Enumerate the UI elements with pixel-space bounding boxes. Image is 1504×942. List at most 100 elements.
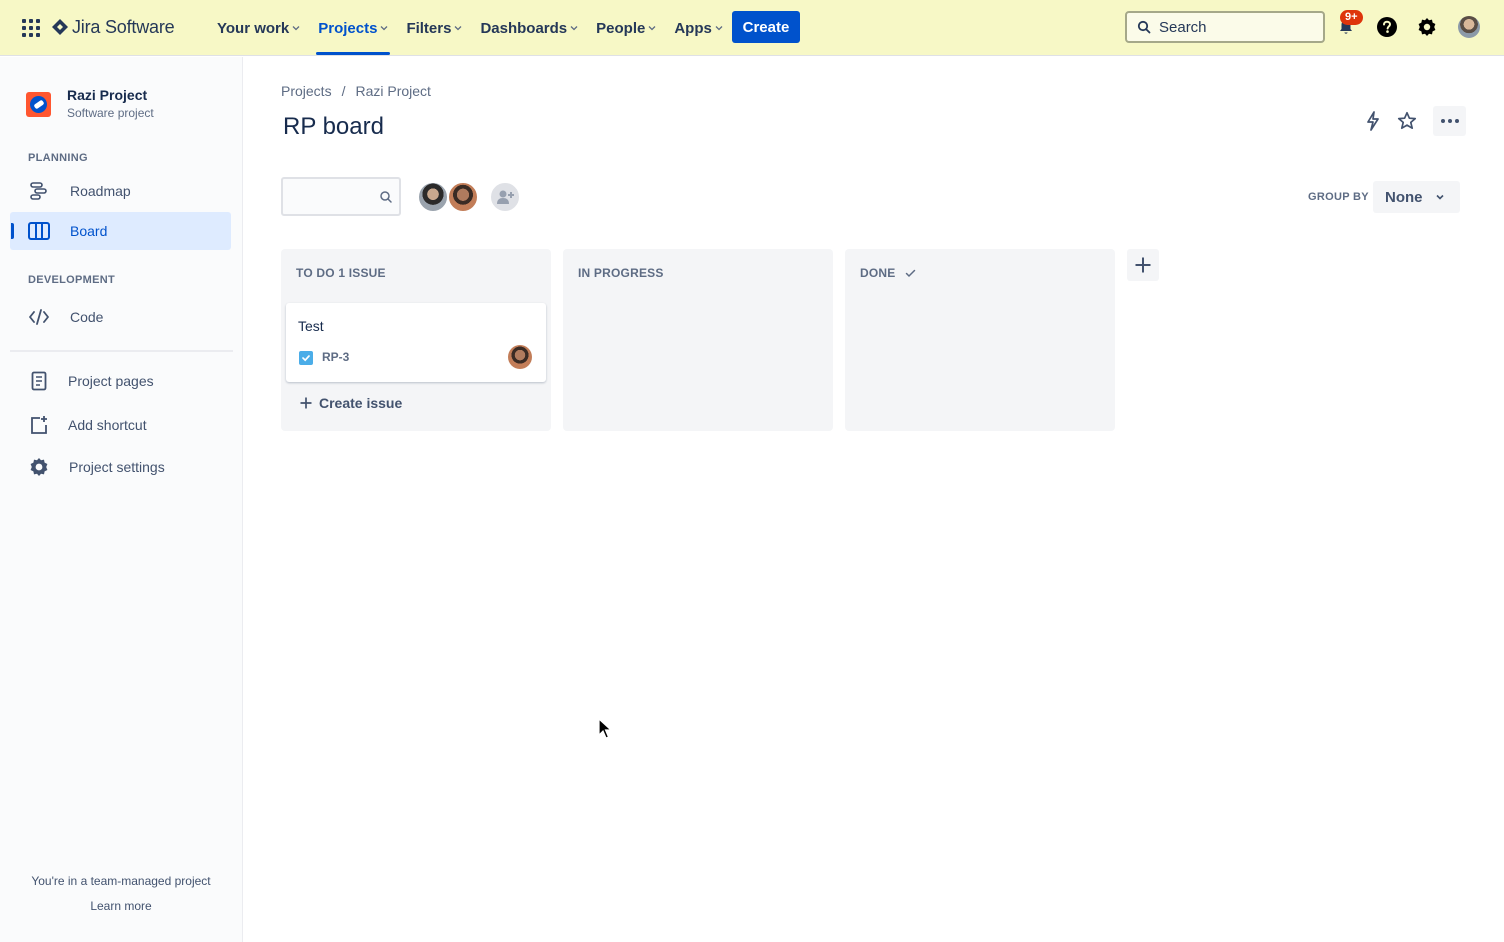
search-input[interactable] [1159,18,1309,36]
plus-icon [300,397,312,409]
add-people-button[interactable] [489,181,521,213]
nav-filters[interactable]: Filters [397,0,471,56]
column-title-text: DONE [860,266,896,280]
page-icon [28,370,50,392]
create-issue-button[interactable]: Create issue [299,395,402,411]
create-button[interactable]: Create [732,11,800,43]
column-title-text: IN PROGRESS [578,266,664,280]
settings-gear-icon [28,456,50,478]
nav-apps[interactable]: Apps [665,0,732,56]
board-column-todo: TO DO 1 ISSUE Test RP-3 Create issue [281,249,551,431]
sidebar-item-label: Code [70,309,104,325]
sidebar-item-label: Add shortcut [68,417,147,433]
project-name: Razi Project [67,87,148,103]
column-title-text: TO DO 1 ISSUE [296,266,386,280]
project-header[interactable]: Razi Project Software project [26,87,154,120]
jira-logo[interactable]: Jira Software [52,15,175,39]
breadcrumb-project[interactable]: Razi Project [355,83,430,99]
project-type: Software project [67,106,154,120]
user-avatar[interactable] [1458,16,1480,38]
board-search[interactable] [281,177,401,216]
sidebar-item-board[interactable]: Board [10,212,231,250]
more-actions-button[interactable] [1433,106,1466,136]
top-navigation: Jira Software Your work Projects Filters… [0,0,1504,56]
column-title: TO DO 1 ISSUE [296,266,386,280]
product-name: Jira Software [72,16,175,37]
board-column-done: DONE [845,249,1115,431]
chevron-down-icon [380,26,388,31]
issue-card[interactable]: Test RP-3 [286,303,546,382]
avatar[interactable] [508,345,532,369]
sidebar-item-label: Project pages [68,373,154,389]
avatar[interactable] [417,181,449,213]
sidebar-footer: You're in a team-managed project Learn m… [0,874,242,913]
add-person-icon [497,190,514,204]
sidebar-item-code[interactable]: Code [10,298,231,336]
chevron-down-icon [454,26,462,31]
planning-section-label: PLANNING [28,152,88,164]
nav-people-label: People [596,19,646,37]
sidebar-divider [10,350,233,352]
dot-icon [1454,119,1459,123]
star-icon[interactable] [1395,109,1419,133]
page-title: RP board [283,113,384,140]
dot-icon [1447,119,1452,123]
checkbox-icon [299,351,313,365]
chevron-down-icon [1435,194,1444,200]
nav-projects[interactable]: Projects [309,0,397,56]
sidebar-item-label: Roadmap [70,183,131,199]
nav-menu: Your work Projects Filters Dashboards Pe… [208,0,732,56]
sidebar-item-project-pages[interactable]: Project pages [10,362,231,400]
sidebar-item-add-shortcut[interactable]: Add shortcut [10,406,231,444]
project-sidebar: Razi Project Software project PLANNING R… [0,57,243,942]
project-avatar-icon [26,92,51,117]
group-by-value: None [1385,188,1423,206]
team-managed-text: You're in a team-managed project [31,874,211,888]
nav-people[interactable]: People [587,0,665,56]
checkmark-icon [906,269,916,277]
app-switcher-icon[interactable] [20,17,42,39]
nav-dashboards-label: Dashboards [480,19,568,37]
avatar[interactable] [447,181,479,213]
breadcrumb: Projects / Razi Project [281,83,431,99]
board-search-input[interactable] [291,189,379,204]
sidebar-item-label: Project settings [69,459,165,475]
group-by-dropdown[interactable]: None [1373,181,1460,213]
dot-icon [1440,119,1445,123]
notification-badge: 9+ [1340,10,1363,25]
lightning-icon[interactable] [1361,109,1385,133]
nav-apps-label: Apps [674,19,712,37]
breadcrumb-separator: / [341,83,346,99]
search-icon [380,190,392,203]
learn-more-link[interactable]: Learn more [0,899,242,913]
sidebar-item-project-settings[interactable]: Project settings [10,448,231,486]
create-issue-label: Create issue [319,395,403,411]
jira-logo-icon [52,19,68,35]
help-icon[interactable] [1375,15,1399,39]
global-search[interactable] [1125,11,1325,43]
nav-your-work[interactable]: Your work [208,0,309,56]
roadmap-icon [28,180,50,202]
settings-gear-icon[interactable] [1415,15,1439,39]
plus-icon [1135,257,1151,273]
board-column-in-progress: IN PROGRESS [563,249,833,431]
nav-dashboards[interactable]: Dashboards [471,0,587,56]
sidebar-item-roadmap[interactable]: Roadmap [10,172,231,210]
column-title: IN PROGRESS [578,266,664,280]
sidebar-item-label: Board [70,223,108,239]
column-title: DONE [860,266,916,280]
nav-projects-label: Projects [318,19,378,37]
add-shortcut-icon [28,414,50,436]
chevron-down-icon [715,26,723,31]
development-section-label: DEVELOPMENT [28,274,116,286]
nav-filters-label: Filters [406,19,452,37]
issue-key[interactable]: RP-3 [322,350,349,364]
chevron-down-icon [570,26,578,31]
search-icon [1137,20,1151,34]
breadcrumb-projects[interactable]: Projects [281,83,332,99]
chevron-down-icon [648,26,656,31]
board-icon [28,220,50,242]
group-by-label: GROUP BY [1308,191,1369,203]
add-column-button[interactable] [1127,249,1159,281]
nav-your-work-label: Your work [217,19,290,37]
